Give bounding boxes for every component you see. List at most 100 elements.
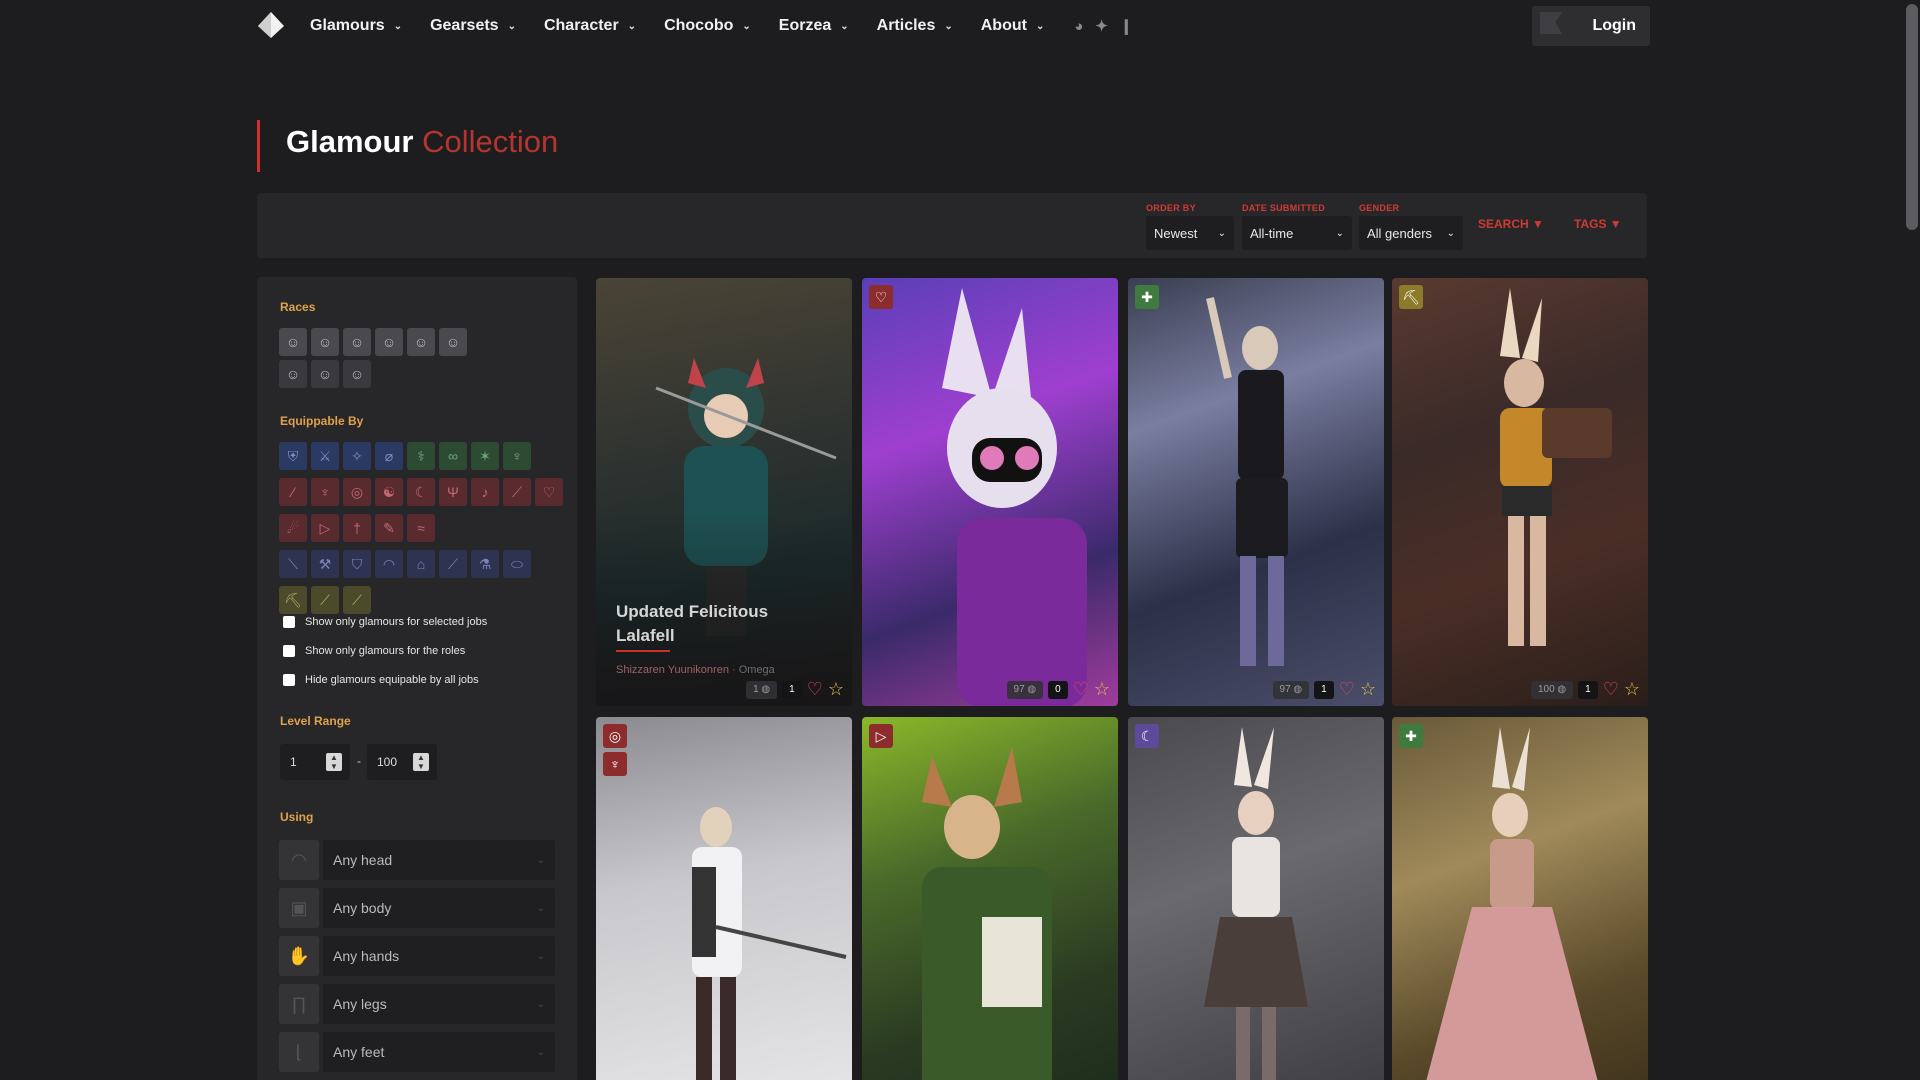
date-submitted-select[interactable]: All-time ⌄ <box>1242 216 1352 250</box>
weaver-icon[interactable]: ⟋ <box>439 550 467 578</box>
level-max-input[interactable]: 100 ▲ ▼ <box>367 744 437 780</box>
using-body-select[interactable]: Any body ⌄ <box>323 888 555 928</box>
samurai-icon[interactable]: ☯ <box>375 478 403 506</box>
score-value: 97 <box>1279 684 1291 695</box>
discord-icon[interactable]: ◕ <box>1074 18 1083 35</box>
race-viera-icon[interactable]: ☺ <box>311 360 339 388</box>
race-elezen-icon[interactable]: ☺ <box>311 328 339 356</box>
blue-mage-icon[interactable]: ≈ <box>407 514 435 542</box>
scholar-icon[interactable]: ∞ <box>439 442 467 470</box>
checkbox-roles[interactable]: Show only glamours for the roles <box>283 645 465 657</box>
using-legs-select[interactable]: Any legs ⌄ <box>323 984 555 1024</box>
glamour-card[interactable]: Updated Felicitous Lalafell Shizzaren Yu… <box>596 278 852 706</box>
card-author[interactable]: Shizzaren Yuunikonren · Omega <box>616 664 775 676</box>
score-pill: 97 ◍ <box>1272 680 1310 699</box>
race-hyur-icon[interactable]: ☺ <box>279 328 307 356</box>
race-hrothgar-icon[interactable]: ☺ <box>279 360 307 388</box>
monk-icon[interactable]: ⁄ <box>279 478 307 506</box>
glamour-card[interactable]: ⛏ 100 ◍ 1 ♡ ☆ <box>1392 278 1648 706</box>
stepper-icon[interactable]: ▲ ▼ <box>326 753 342 771</box>
tags-toggle-button[interactable]: TAGS ▼ <box>1574 217 1622 231</box>
dancer-icon[interactable]: ♡ <box>535 478 563 506</box>
date-submitted-value: All-time <box>1250 225 1294 241</box>
patreon-icon[interactable]: ❙ <box>1120 17 1133 35</box>
using-feet-select[interactable]: Any feet ⌄ <box>323 1032 555 1072</box>
heart-icon[interactable]: ♡ <box>807 679 823 700</box>
level-min-input[interactable]: 1 ▲ ▼ <box>280 744 350 780</box>
reaper-icon[interactable]: ☾ <box>407 478 435 506</box>
checkbox-box[interactable] <box>283 645 295 657</box>
race-aura-icon[interactable]: ☺ <box>439 328 467 356</box>
pictomancer-icon[interactable]: ✎ <box>375 514 403 542</box>
nav-about[interactable]: About ⌄ <box>981 17 1045 35</box>
checkbox-box[interactable] <box>283 674 295 686</box>
star-icon[interactable]: ☆ <box>1624 679 1640 700</box>
date-submitted-filter: DATE SUBMITTED All-time ⌄ <box>1242 203 1352 250</box>
nav-articles[interactable]: Articles ⌄ <box>877 17 953 35</box>
viper-icon[interactable]: Ψ <box>439 478 467 506</box>
summoner-icon[interactable]: ▷ <box>311 514 339 542</box>
glamour-card[interactable]: ☾ <box>1128 717 1384 1080</box>
culinarian-icon[interactable]: ⬭ <box>503 550 531 578</box>
astrologian-icon[interactable]: ✶ <box>471 442 499 470</box>
alchemist-icon[interactable]: ⚗ <box>471 550 499 578</box>
dark-knight-icon[interactable]: ✧ <box>343 442 371 470</box>
scrollbar-thumb[interactable] <box>1906 4 1918 230</box>
paladin-icon[interactable]: ⛨ <box>279 442 307 470</box>
glamour-card[interactable]: ▷ <box>862 717 1118 1080</box>
goldsmith-icon[interactable]: ◠ <box>375 550 403 578</box>
using-head-select[interactable]: Any head ⌄ <box>323 840 555 880</box>
blacksmith-icon[interactable]: ⚒ <box>311 550 339 578</box>
warrior-icon[interactable]: ⚔ <box>311 442 339 470</box>
site-logo-icon[interactable] <box>256 10 286 40</box>
dragoon-icon[interactable]: ♆ <box>311 478 339 506</box>
nav-eorzea[interactable]: Eorzea ⌄ <box>779 17 849 35</box>
heart-icon[interactable]: ♡ <box>1073 679 1089 700</box>
chevron-down-icon: ⌄ <box>536 998 545 1010</box>
search-toggle-button[interactable]: SEARCH ▼ <box>1478 217 1544 231</box>
star-icon[interactable]: ☆ <box>1360 679 1376 700</box>
bard-icon[interactable]: ♪ <box>471 478 499 506</box>
twitter-icon[interactable]: ✦ <box>1095 17 1108 35</box>
glamour-card[interactable]: ♡ 97 ◍ 0 ♡ ☆ <box>862 278 1118 706</box>
race-other-icon[interactable]: ☺ <box>343 360 371 388</box>
checkbox-hide-all[interactable]: Hide glamours equipable by all jobs <box>283 674 479 686</box>
leatherworker-icon[interactable]: ⌂ <box>407 550 435 578</box>
ninja-icon[interactable]: ◎ <box>343 478 371 506</box>
star-icon[interactable]: ☆ <box>1094 679 1110 700</box>
gender-select[interactable]: All genders ⌄ <box>1359 216 1463 250</box>
using-body-row: ▣ Any body ⌄ <box>279 888 555 928</box>
botanist-icon[interactable]: ⟋ <box>311 586 339 614</box>
white-mage-icon[interactable]: ⚕ <box>407 442 435 470</box>
race-miqote-icon[interactable]: ☺ <box>375 328 403 356</box>
heart-icon[interactable]: ♡ <box>1339 679 1355 700</box>
red-mage-icon[interactable]: † <box>343 514 371 542</box>
race-roegadyn-icon[interactable]: ☺ <box>407 328 435 356</box>
order-by-select[interactable]: Newest ⌄ <box>1146 216 1234 250</box>
glamour-card[interactable]: ✚ <box>1392 717 1648 1080</box>
carpenter-icon[interactable]: ⟍ <box>279 550 307 578</box>
miner-icon[interactable]: ⛏ <box>279 586 307 614</box>
nav-character[interactable]: Character ⌄ <box>544 17 636 35</box>
armorer-icon[interactable]: ⛉ <box>343 550 371 578</box>
race-lalafell-icon[interactable]: ☺ <box>343 328 371 356</box>
checkbox-box[interactable] <box>283 616 295 628</box>
using-legs-row: ∏ Any legs ⌄ <box>279 984 555 1024</box>
using-hands-select[interactable]: Any hands ⌄ <box>323 936 555 976</box>
login-button[interactable]: Login <box>1532 6 1650 46</box>
fisher-icon[interactable]: ⟋ <box>343 586 371 614</box>
nav-glamours[interactable]: Glamours ⌄ <box>310 17 402 35</box>
glamour-card[interactable]: ✚ 97 ◍ 1 ♡ ☆ <box>1128 278 1384 706</box>
heart-icon[interactable]: ♡ <box>1603 679 1619 700</box>
page-scrollbar[interactable] <box>1904 0 1920 1080</box>
glamour-card[interactable]: ◎ ♆ <box>596 717 852 1080</box>
sage-icon[interactable]: ♆ <box>503 442 531 470</box>
star-icon[interactable]: ☆ <box>828 679 844 700</box>
nav-gearsets[interactable]: Gearsets ⌄ <box>430 17 516 35</box>
gunbreaker-icon[interactable]: ⌀ <box>375 442 403 470</box>
stepper-icon[interactable]: ▲ ▼ <box>413 753 429 771</box>
checkbox-selected-jobs[interactable]: Show only glamours for selected jobs <box>283 616 487 628</box>
black-mage-icon[interactable]: ☄ <box>279 514 307 542</box>
machinist-icon[interactable]: ⟋ <box>503 478 531 506</box>
nav-chocobo[interactable]: Chocobo ⌄ <box>664 17 751 35</box>
